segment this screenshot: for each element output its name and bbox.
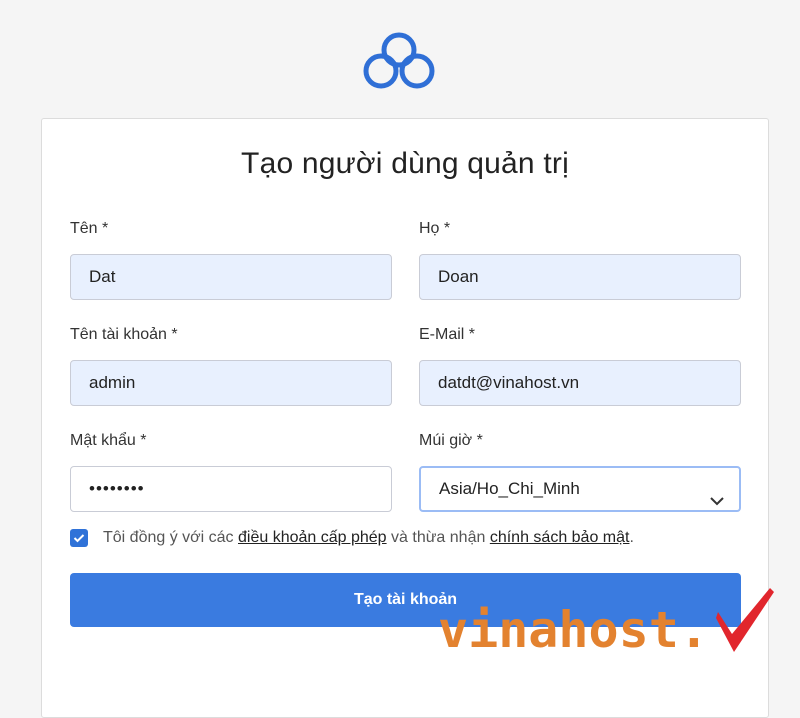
last-name-group: Họ * Doan bbox=[419, 219, 741, 300]
consent-middle: và thừa nhận bbox=[391, 529, 486, 546]
consent-suffix: . bbox=[629, 529, 634, 546]
username-input[interactable]: admin bbox=[70, 360, 392, 406]
last-name-label: Họ * bbox=[419, 220, 451, 237]
privacy-link[interactable]: chính sách bảo mật bbox=[490, 529, 630, 547]
password-label: Mật khẩu * bbox=[70, 432, 147, 449]
consent-checkbox[interactable] bbox=[70, 529, 88, 547]
timezone-label: Múi giờ * bbox=[419, 432, 483, 449]
timezone-select[interactable]: Asia/Ho_Chi_Minh bbox=[419, 466, 741, 512]
consent-prefix: Tôi đồng ý với các bbox=[103, 529, 234, 546]
page-title: Tạo người dùng quản trị bbox=[241, 147, 569, 180]
last-name-input[interactable]: Doan bbox=[419, 254, 741, 300]
consent-row: Tôi đồng ý với các điều khoản cấp phép v… bbox=[70, 529, 634, 547]
email-group: E-Mail * datdt@vinahost.vn bbox=[419, 325, 741, 406]
chevron-down-icon bbox=[709, 482, 725, 506]
checkmark-brand-icon bbox=[716, 588, 774, 652]
timezone-value: Asia/Ho_Chi_Minh bbox=[439, 479, 580, 498]
email-label: E-Mail * bbox=[419, 326, 476, 343]
check-icon bbox=[73, 534, 85, 543]
terms-link[interactable]: điều khoản cấp phép bbox=[238, 529, 387, 547]
vinahost-watermark: vinahost. bbox=[438, 588, 784, 660]
username-label: Tên tài khoản * bbox=[70, 326, 178, 343]
first-name-input[interactable]: Dat bbox=[70, 254, 392, 300]
timezone-group: Múi giờ * Asia/Ho_Chi_Minh bbox=[419, 431, 741, 512]
cloud-logo-icon bbox=[361, 30, 437, 92]
watermark-text: vinahost. bbox=[438, 601, 709, 659]
username-group: Tên tài khoản * admin bbox=[70, 325, 392, 406]
email-input[interactable]: datdt@vinahost.vn bbox=[419, 360, 741, 406]
password-input[interactable]: •••••••• bbox=[70, 466, 392, 512]
first-name-group: Tên * Dat bbox=[70, 219, 392, 300]
password-group: Mật khẩu * •••••••• bbox=[70, 431, 392, 512]
first-name-label: Tên * bbox=[70, 220, 109, 237]
